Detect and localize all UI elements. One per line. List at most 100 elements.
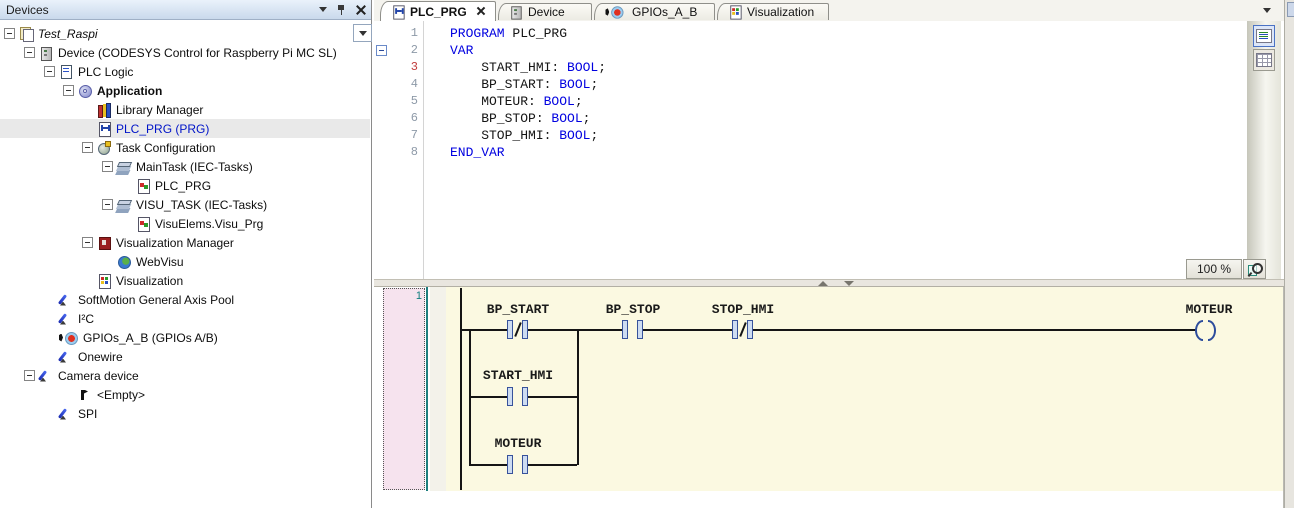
coil-moteur[interactable] (1195, 320, 1216, 341)
tree-item-i2c[interactable]: I²C (0, 309, 370, 328)
collapse-up-icon[interactable] (818, 281, 828, 286)
visualization-manager-icon (97, 236, 111, 250)
tree-item-visualization-manager[interactable]: Visualization Manager (0, 233, 370, 252)
nc-slash-icon (513, 322, 522, 337)
tab-plc-prg[interactable]: PLC_PRG (380, 1, 496, 21)
zoom-magnifier-button[interactable] (1243, 259, 1266, 279)
tab-visualization[interactable]: Visualization (717, 3, 829, 20)
tree-item-plc-prg[interactable]: PLC_PRG (PRG) (0, 119, 370, 138)
ladder-editor[interactable]: 1 BP_START BP_STOP STOP_HMI START_HMI MO… (374, 287, 1284, 508)
docked-panel-sliver (1287, 2, 1294, 17)
tree-item-application[interactable]: Application (0, 81, 370, 100)
network-canvas[interactable] (446, 287, 1283, 491)
close-panel-icon[interactable] (356, 5, 365, 14)
expander-icon[interactable] (82, 237, 93, 248)
tree-item-spi[interactable]: SPI (0, 404, 370, 423)
application-icon (78, 84, 92, 98)
code-line[interactable]: 2 VAR (374, 42, 1234, 59)
tree-view-dropdown-button[interactable] (353, 24, 372, 42)
tab-label: PLC_PRG (410, 4, 467, 19)
tree-item-plc-logic[interactable]: PLC Logic (0, 62, 370, 81)
rung-wire (460, 329, 1196, 331)
tabular-view-button[interactable] (1253, 49, 1275, 71)
tree-item-webvisu[interactable]: WebVisu (0, 252, 370, 271)
code-line[interactable]: 8 END_VAR (374, 144, 1234, 161)
visualization-icon (97, 273, 111, 289)
code-line[interactable]: 6 BP_STOP: BOOL; (374, 110, 1234, 127)
tree-item-project[interactable]: Test_Raspi (0, 24, 370, 43)
collapse-down-icon[interactable] (844, 281, 854, 286)
tree-item-gpios[interactable]: GPIOs_A_B (GPIOs A/B) (0, 328, 370, 347)
tree-item-onewire[interactable]: Onewire (0, 347, 370, 366)
tab-label: Device (528, 5, 565, 19)
code-line[interactable]: 1 PROGRAM PLC_PRG (374, 25, 1234, 42)
zoom-level-button[interactable]: 100 % (1186, 259, 1242, 279)
coil-label[interactable]: MOTEUR (1149, 302, 1269, 317)
tab-overflow-button[interactable] (1258, 4, 1276, 17)
code-line[interactable]: 3 START_HMI: BOOL; (374, 59, 1234, 76)
close-tab-icon[interactable] (476, 7, 485, 16)
nc-slash-icon (738, 322, 747, 337)
declaration-editor[interactable]: 1 PROGRAM PLC_PRG 2 VAR 3 START_HMI: BOO… (374, 21, 1284, 279)
module-icon (59, 350, 73, 364)
panel-menu-chevron-icon[interactable] (319, 7, 327, 12)
tab-gpios[interactable]: GPIOs_A_B (594, 3, 715, 20)
contact-label[interactable]: STOP_HMI (683, 302, 803, 317)
network-margin[interactable]: 1 (383, 288, 425, 490)
no-contact-moteur[interactable] (507, 455, 528, 474)
code-line[interactable]: 7 STOP_HMI: BOOL; (374, 127, 1234, 144)
textual-view-button[interactable] (1253, 25, 1275, 47)
left-power-rail (460, 288, 462, 490)
network-number: 1 (415, 290, 422, 302)
expander-icon[interactable] (4, 28, 15, 39)
nc-contact-bp-start[interactable] (507, 320, 528, 339)
expander-icon[interactable] (24, 370, 35, 381)
tree-item-camera-device[interactable]: Camera device (0, 366, 370, 385)
code-line[interactable]: 5 MOTEUR: BOOL; (374, 93, 1234, 110)
tree-item-visu-task[interactable]: VISU_TASK (IEC-Tasks) (0, 195, 370, 214)
program-call-icon (136, 178, 150, 194)
devices-panel-header: Devices (0, 0, 371, 20)
code-line[interactable]: 4 BP_START: BOOL; (374, 76, 1234, 93)
device-icon (509, 5, 522, 20)
task-icon (117, 198, 131, 212)
expander-icon[interactable] (82, 142, 93, 153)
expander-icon[interactable] (63, 85, 74, 96)
visualization-icon (728, 5, 742, 20)
right-edge-strip (1284, 0, 1294, 508)
tree-item-maintask[interactable]: MainTask (IEC-Tasks) (0, 157, 370, 176)
editor-tab-bar: PLC_PRG Device GPIOs_A_B Visualization (374, 0, 1284, 22)
no-contact-start-hmi[interactable] (507, 387, 528, 406)
contact-label[interactable]: START_HMI (458, 368, 578, 383)
magnifier-icon (1247, 263, 1263, 278)
expander-icon[interactable] (24, 47, 35, 58)
gpio-icon (605, 5, 624, 19)
tab-label: Visualization (747, 5, 815, 19)
contact-label[interactable]: BP_START (458, 302, 578, 317)
coil-paren-icon (1208, 320, 1216, 341)
no-contact-bp-stop[interactable] (622, 320, 643, 339)
contact-bar-icon (522, 320, 528, 339)
gpio-icon (59, 331, 78, 345)
tree-item-plc-prg-call[interactable]: PLC_PRG (0, 176, 370, 195)
tab-label: GPIOs_A_B (632, 5, 698, 19)
contact-label[interactable]: BP_STOP (573, 302, 693, 317)
tree-item-visuelems-call[interactable]: VisuElems.Visu_Prg (0, 214, 370, 233)
pin-icon[interactable] (337, 4, 346, 15)
tab-device[interactable]: Device (498, 3, 592, 20)
tree-item-empty-slot[interactable]: <Empty> (0, 385, 370, 404)
tree-item-visualization[interactable]: Visualization (0, 271, 370, 290)
textual-view-icon (1256, 29, 1272, 43)
tree-item-softmotion[interactable]: SoftMotion General Axis Pool (0, 290, 370, 309)
editor-side-toolbar (1247, 21, 1281, 279)
tree-item-device[interactable]: Device (CODESYS Control for Raspberry Pi… (0, 43, 370, 62)
contact-label[interactable]: MOTEUR (458, 436, 578, 451)
contact-bar-icon (522, 455, 528, 474)
tree-item-task-configuration[interactable]: Task Configuration (0, 138, 370, 157)
expander-icon[interactable] (102, 199, 113, 210)
pane-splitter[interactable] (374, 279, 1284, 287)
tree-item-library-manager[interactable]: Library Manager (0, 100, 370, 119)
expander-icon[interactable] (44, 66, 55, 77)
nc-contact-stop-hmi[interactable] (732, 320, 753, 339)
expander-icon[interactable] (102, 161, 113, 172)
